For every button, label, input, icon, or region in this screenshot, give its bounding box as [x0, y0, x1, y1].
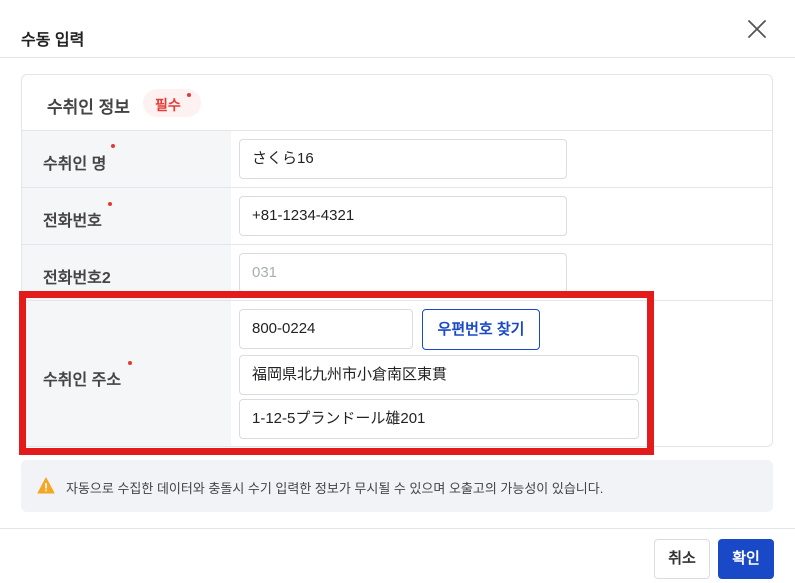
required-dot [128, 361, 132, 365]
recipient-name-row: 수취인 명 さくら16 [22, 131, 772, 188]
recipient-info-section: 수취인 정보 필수 수취인 명 さくら16 전화번호 +81-1234-4321… [21, 74, 773, 447]
required-dot [108, 202, 112, 206]
address-line1-input[interactable]: 福岡県北九州市小倉南区東貫 [239, 355, 639, 395]
section-header: 수취인 정보 필수 [22, 75, 772, 131]
notice-text: 자동으로 수집한 데이터와 충돌시 수기 입력한 정보가 무시될 수 있으며 오… [66, 481, 604, 496]
cancel-button[interactable]: 취소 [654, 539, 710, 579]
postcode-input[interactable]: 800-0224 [239, 309, 413, 349]
warning-notice: 자동으로 수집한 데이터와 충돌시 수기 입력한 정보가 무시될 수 있으며 오… [21, 460, 773, 512]
phone-input[interactable]: +81-1234-4321 [239, 196, 567, 236]
manual-input-dialog: 수동 입력 수취인 정보 필수 수취인 명 さくら16 전화번호 +81-123… [0, 0, 795, 583]
phone2-input[interactable]: 031 [239, 253, 567, 293]
dialog-title: 수동 입력 [21, 32, 85, 49]
phone-row: 전화번호 +81-1234-4321 [22, 188, 772, 245]
find-postcode-button[interactable]: 우편번호 찾기 [422, 309, 540, 350]
phone2-label: 전화번호2 [43, 270, 111, 287]
recipient-name-label: 수취인 명 [43, 156, 107, 173]
address-label: 수취인 주소 [43, 372, 122, 389]
dialog-header: 수동 입력 [0, 0, 795, 58]
confirm-button[interactable]: 확인 [718, 539, 774, 579]
required-badge: 필수 [143, 89, 201, 117]
phone-label: 전화번호 [43, 213, 102, 230]
section-title: 수취인 정보 [47, 98, 130, 117]
warning-icon [37, 477, 55, 494]
required-dot [111, 144, 115, 148]
address-line2-input[interactable]: 1-12-5プランドール雄201 [239, 399, 639, 439]
required-badge-label: 필수 [155, 97, 181, 113]
dialog-footer: 취소 확인 [0, 528, 795, 583]
close-icon[interactable] [744, 16, 770, 42]
required-dot [187, 93, 191, 97]
recipient-name-input[interactable]: さくら16 [239, 139, 567, 179]
phone2-row: 전화번호2 031 [22, 245, 772, 301]
